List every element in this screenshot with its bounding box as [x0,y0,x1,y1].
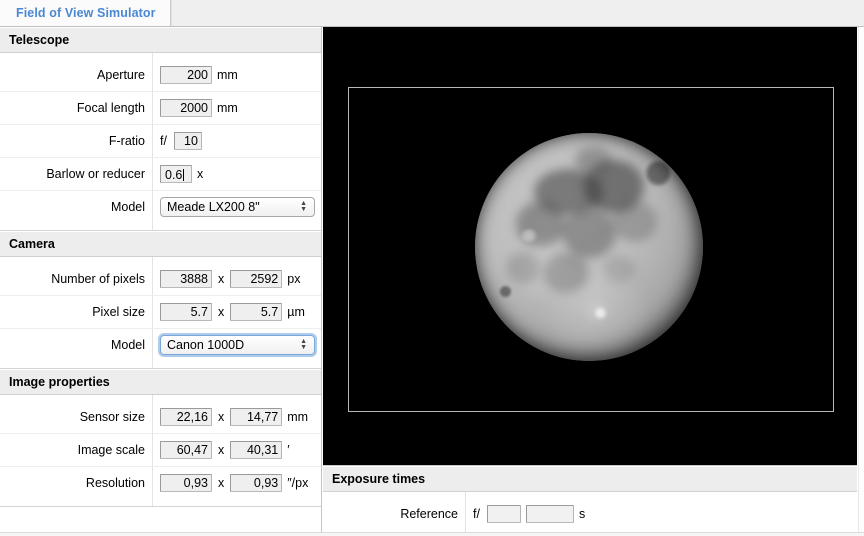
bottom-edge-strip [0,532,864,536]
camera-model-select[interactable]: Canon 1000D ▲ ▼ [158,333,317,357]
pixel-size-height-input[interactable] [230,303,283,321]
tab-label: Field of View Simulator [16,6,156,20]
pixels-height-input[interactable] [230,270,283,288]
image-properties-section-header: Image properties [0,369,321,395]
telescope-section: Telescope Aperture mm Focal length mm [0,27,321,231]
camera-model-fields: Canon 1000D ▲ ▼ [152,333,321,357]
sensor-size-label: Sensor size [79,410,145,424]
camera-model-value: Canon 1000D [167,338,245,352]
pixel-size-label: Pixel size [92,305,145,319]
row-resolution: Resolution x ″/px [0,467,321,499]
times-separator: x [218,305,225,319]
preview-panel: Exposure times Reference f/ s [323,27,864,536]
aperture-unit: mm [217,68,238,82]
row-f-ratio: F-ratio f/ [0,125,321,158]
exposure-times-section: Exposure times Reference f/ s [323,465,857,536]
times-separator: x [218,410,225,424]
f-ratio-label: F-ratio [108,134,145,148]
row-pixel-size: Pixel size x µm [0,296,321,329]
sky-preview[interactable] [323,27,857,465]
telescope-model-label: Model [110,200,145,214]
reference-seconds-input[interactable] [525,505,574,523]
pixel-size-width-input[interactable] [160,303,212,321]
pixels-unit: px [287,272,301,286]
resolution-fields: x ″/px [152,474,321,492]
resolution-unit: ″/px [287,476,309,490]
row-barlow-or-reducer: Barlow or reducer 0.6 x [0,158,321,191]
image-scale-label: Image scale [77,443,145,457]
camera-section: Camera Number of pixels x px Pixel size [0,231,321,369]
resolution-label: Resolution [85,476,145,490]
chevron-updown-icon: ▲ ▼ [300,200,307,213]
telescope-model-fields: Meade LX200 8" ▲ ▼ [152,197,321,217]
tab-field-of-view-simulator[interactable]: Field of View Simulator [0,0,171,26]
image-scale-height-input[interactable] [230,441,283,459]
telescope-section-header: Telescope [0,27,321,53]
aperture-fields: mm [152,66,321,84]
row-reference-exposure: Reference f/ s [323,498,857,530]
fov-simulator-window: Field of View Simulator Telescope Apertu… [0,0,864,536]
exposure-times-section-header: Exposure times [323,466,857,492]
sensor-size-fields: x mm [152,408,321,426]
times-separator: x [218,272,225,286]
number-of-pixels-label: Number of pixels [51,272,145,286]
row-aperture: Aperture mm [0,59,321,92]
tab-bar: Field of View Simulator [0,0,864,27]
aperture-input[interactable] [160,66,212,84]
image-scale-fields: x ′ [152,441,321,459]
image-scale-width-input[interactable] [160,441,212,459]
camera-section-body: Number of pixels x px Pixel size x µm [0,257,321,368]
telescope-model-select[interactable]: Meade LX200 8" ▲ ▼ [160,197,315,217]
image-properties-section-body: Sensor size x mm Image scale x ′ [0,395,321,506]
telescope-model-value: Meade LX200 8" [167,200,260,214]
reference-label: Reference [400,507,458,521]
pixel-size-fields: x µm [152,303,321,321]
pixel-size-unit: µm [287,305,305,319]
barlow-label: Barlow or reducer [46,167,145,181]
image-scale-unit: ′ [287,443,290,457]
tab-bar-filler [170,0,864,26]
field-of-view-frame [348,87,834,412]
chevron-updown-icon: ▲ ▼ [300,338,307,351]
resolution-width-input[interactable] [160,474,212,492]
barlow-input[interactable]: 0.6 [160,165,192,183]
row-image-scale: Image scale x ′ [0,434,321,467]
focal-length-label: Focal length [76,101,145,115]
exposure-times-section-body: Reference f/ s [323,492,857,536]
right-scroll-gutter[interactable] [858,27,864,536]
focal-length-input[interactable] [160,99,212,117]
barlow-value: 0.6 [165,168,183,182]
times-separator: x [218,476,225,490]
reference-f-ratio-input[interactable] [486,505,521,523]
f-ratio-input[interactable] [173,132,202,150]
barlow-unit: x [197,167,204,181]
row-sensor-size: Sensor size x mm [0,401,321,434]
focal-length-fields: mm [152,99,321,117]
reference-fields: f/ s [465,505,857,523]
aperture-label: Aperture [97,68,145,82]
row-camera-model: Model Canon 1000D ▲ ▼ [0,329,321,361]
times-separator: x [218,443,225,457]
number-of-pixels-fields: x px [152,270,321,288]
barlow-fields: 0.6 x [152,165,321,183]
pixels-width-input[interactable] [160,270,212,288]
sensor-height-input[interactable] [230,408,283,426]
sensor-size-unit: mm [287,410,309,424]
focal-length-unit: mm [217,101,238,115]
row-telescope-model: Model Meade LX200 8" ▲ ▼ [0,191,321,223]
camera-model-label: Model [110,338,145,352]
image-properties-section: Image properties Sensor size x mm Image … [0,369,321,507]
reference-f-ratio-prefix: f/ [473,507,480,521]
reference-seconds-unit: s [578,507,586,521]
text-caret [183,169,185,181]
row-number-of-pixels: Number of pixels x px [0,263,321,296]
parameters-panel: Telescope Aperture mm Focal length mm [0,27,322,536]
telescope-section-body: Aperture mm Focal length mm F-ratio [0,53,321,230]
resolution-height-input[interactable] [230,474,283,492]
f-ratio-prefix: f/ [160,134,167,148]
camera-section-header: Camera [0,231,321,257]
sensor-width-input[interactable] [160,408,212,426]
row-focal-length: Focal length mm [0,92,321,125]
f-ratio-fields: f/ [152,132,321,150]
